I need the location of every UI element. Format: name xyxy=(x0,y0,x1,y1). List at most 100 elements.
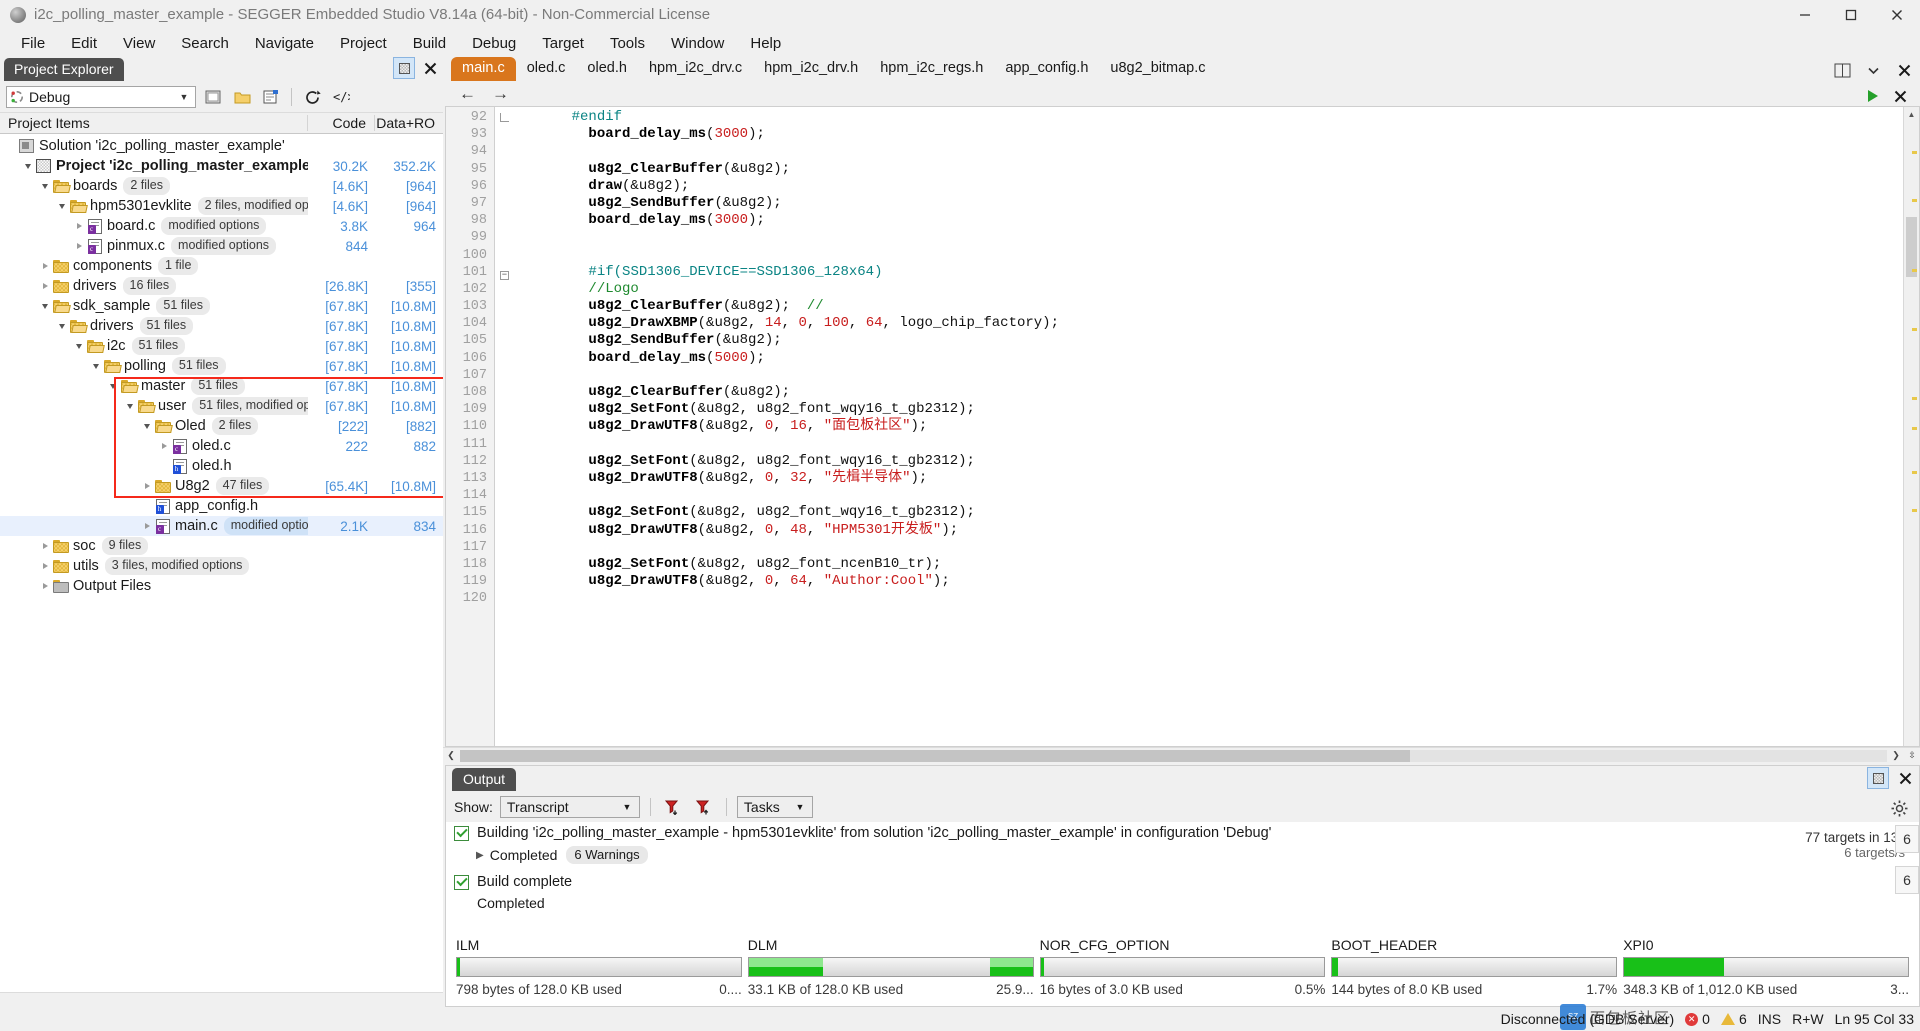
menu-file[interactable]: File xyxy=(8,32,58,55)
editor-tab-oled-c[interactable]: oled.c xyxy=(516,57,577,81)
count-badge-2[interactable]: 6 xyxy=(1895,866,1919,894)
tree-row[interactable]: components 1 file xyxy=(0,256,443,276)
code-line[interactable]: u8g2_SetFont(&u8g2, u8g2_font_ncenB10_tr… xyxy=(514,556,1903,573)
show-project-window-button[interactable] xyxy=(201,85,225,109)
expand-triangle-right-icon[interactable] xyxy=(38,583,52,589)
tree-row[interactable]: Oled 2 files [222] [882] xyxy=(0,416,443,436)
editor-tab-oled-h[interactable]: oled.h xyxy=(576,57,638,81)
code-editor[interactable]: 92 93 94 95 96 97 98 99 100 101 102 103 104 105 106 107… xyxy=(445,106,1920,747)
expand-triangle-down-icon[interactable] xyxy=(89,363,103,369)
tree-row[interactable]: drivers 16 files [26.8K] [355] xyxy=(0,276,443,296)
hscroll-track[interactable] xyxy=(460,749,1887,762)
code-line[interactable]: u8g2_SendBuffer(&u8g2); xyxy=(514,195,1903,212)
tree-row[interactable]: utils 3 files, modified options xyxy=(0,556,443,576)
expand-triangle-icon[interactable]: ▶ xyxy=(476,850,484,861)
chevron-down-icon[interactable]: ▼ xyxy=(791,802,809,812)
tab-project-explorer[interactable]: Project Explorer xyxy=(4,57,124,81)
project-tree[interactable]: Solution 'i2c_polling_master_example' Pro… xyxy=(0,134,443,992)
expand-triangle-down-icon[interactable] xyxy=(55,203,69,209)
editor-close-icon[interactable] xyxy=(1892,58,1916,82)
tree-row[interactable]: h oled.h xyxy=(0,456,443,476)
panel-dock-button[interactable] xyxy=(393,57,415,79)
menu-help[interactable]: Help xyxy=(737,32,794,55)
expand-triangle-right-icon[interactable] xyxy=(38,263,52,269)
expand-triangle-down-icon[interactable] xyxy=(38,183,52,189)
tree-row[interactable]: c board.c modified options 3.8K 964 xyxy=(0,216,443,236)
code-line[interactable] xyxy=(514,143,1903,160)
code-line[interactable] xyxy=(514,229,1903,246)
column-code[interactable]: Code xyxy=(308,115,375,131)
code-line[interactable]: u8g2_SetFont(&u8g2, u8g2_font_wqy16_t_gb… xyxy=(514,453,1903,470)
code-line[interactable] xyxy=(514,367,1903,384)
code-line[interactable]: #if(SSD1306_DEVICE==SSD1306_128x64) xyxy=(514,264,1903,281)
tree-row[interactable]: c oled.c 222 882 xyxy=(0,436,443,456)
editor-panel-close-icon[interactable] xyxy=(1888,84,1912,108)
editor-horizontal-scrollbar[interactable]: ❮ ❯ ⇳ xyxy=(443,747,1920,763)
fold-marker[interactable]: − xyxy=(495,264,514,281)
tree-row[interactable]: h app_config.h xyxy=(0,496,443,516)
menu-debug[interactable]: Debug xyxy=(459,32,529,55)
error-count[interactable]: ✕ 0 xyxy=(1685,1011,1710,1027)
scrollbar-thumb[interactable] xyxy=(1906,217,1917,277)
menu-build[interactable]: Build xyxy=(400,32,459,55)
menu-navigate[interactable]: Navigate xyxy=(242,32,327,55)
rw-mode[interactable]: R+W xyxy=(1792,1011,1824,1027)
tree-row[interactable]: Output Files xyxy=(0,576,443,596)
expand-triangle-right-icon[interactable] xyxy=(38,283,52,289)
code-line[interactable]: u8g2_SendBuffer(&u8g2); xyxy=(514,332,1903,349)
tree-row[interactable]: U8g2 47 files [65.4K] [10.8M] xyxy=(0,476,443,496)
tree-row[interactable]: c pinmux.c modified options 844 xyxy=(0,236,443,256)
expand-triangle-down-icon[interactable] xyxy=(106,383,120,389)
tree-row[interactable]: master 51 files [67.8K] [10.8M] xyxy=(0,376,443,396)
minimize-button[interactable] xyxy=(1782,0,1828,30)
code-line[interactable] xyxy=(514,247,1903,264)
fold-marker[interactable] xyxy=(495,109,514,126)
editor-tab-u8g2_bitmap-c[interactable]: u8g2_bitmap.c xyxy=(1099,57,1216,81)
properties-button[interactable] xyxy=(259,85,283,109)
menu-tools[interactable]: Tools xyxy=(597,32,658,55)
filter-next-icon[interactable] xyxy=(661,795,685,819)
warning-count[interactable]: 6 xyxy=(1720,1011,1747,1027)
completed-row-1[interactable]: ▶ Completed 6 Warnings xyxy=(446,844,1919,866)
filter-prev-icon[interactable] xyxy=(692,795,716,819)
output-settings-gear-icon[interactable] xyxy=(1887,796,1911,820)
code-line[interactable] xyxy=(514,539,1903,556)
configuration-dropdown[interactable]: Debug ▼ xyxy=(6,86,196,108)
tree-row[interactable]: polling 51 files [67.8K] [10.8M] xyxy=(0,356,443,376)
output-dock-button[interactable] xyxy=(1867,767,1889,789)
code-line[interactable]: u8g2_DrawUTF8(&u8g2, 0, 48, "HPM5301开发板"… xyxy=(514,522,1903,539)
tree-row[interactable]: soc 9 files xyxy=(0,536,443,556)
expand-triangle-down-icon[interactable] xyxy=(55,323,69,329)
insert-mode[interactable]: INS xyxy=(1758,1011,1781,1027)
code-line[interactable]: draw(&u8g2); xyxy=(514,178,1903,195)
expand-triangle-right-icon[interactable] xyxy=(72,243,86,249)
transcript-dropdown[interactable]: Transcript ▼ xyxy=(499,796,640,818)
expand-triangle-down-icon[interactable] xyxy=(38,303,52,309)
expand-triangle-down-icon[interactable] xyxy=(123,403,137,409)
expand-triangle-right-icon[interactable] xyxy=(157,443,171,449)
expand-triangle-down-icon[interactable] xyxy=(72,343,86,349)
menu-window[interactable]: Window xyxy=(658,32,737,55)
expand-triangle-right-icon[interactable] xyxy=(140,523,154,529)
output-body[interactable]: Building 'i2c_polling_master_example - h… xyxy=(446,822,1919,1006)
code-line[interactable]: board_delay_ms(5000); xyxy=(514,350,1903,367)
menu-target[interactable]: Target xyxy=(529,32,597,55)
column-project-items[interactable]: Project Items xyxy=(0,115,308,131)
expand-triangle-down-icon[interactable] xyxy=(21,163,35,169)
menu-view[interactable]: View xyxy=(110,32,168,55)
menu-project[interactable]: Project xyxy=(327,32,400,55)
chevron-down-icon[interactable]: ▼ xyxy=(176,92,192,102)
tree-row[interactable]: i2c 51 files [67.8K] [10.8M] xyxy=(0,336,443,356)
code-line[interactable]: u8g2_ClearBuffer(&u8g2); xyxy=(514,384,1903,401)
scroll-up-icon[interactable]: ▲ xyxy=(1904,107,1919,122)
column-data-ro[interactable]: Data+RO xyxy=(375,115,443,131)
code-line[interactable] xyxy=(514,487,1903,504)
code-line[interactable]: board_delay_ms(3000); xyxy=(514,212,1903,229)
code-line[interactable]: #endif xyxy=(514,109,1903,126)
hscroll-right-icon[interactable]: ❯ xyxy=(1888,748,1904,764)
panel-close-icon[interactable] xyxy=(419,57,441,79)
tree-row[interactable]: boards 2 files [4.6K] [964] xyxy=(0,176,443,196)
code-line[interactable]: u8g2_ClearBuffer(&u8g2); // xyxy=(514,298,1903,315)
editor-tab-hpm_i2c_drv-h[interactable]: hpm_i2c_drv.h xyxy=(753,57,869,81)
code-line[interactable]: u8g2_DrawUTF8(&u8g2, 0, 64, "Author:Cool… xyxy=(514,573,1903,590)
